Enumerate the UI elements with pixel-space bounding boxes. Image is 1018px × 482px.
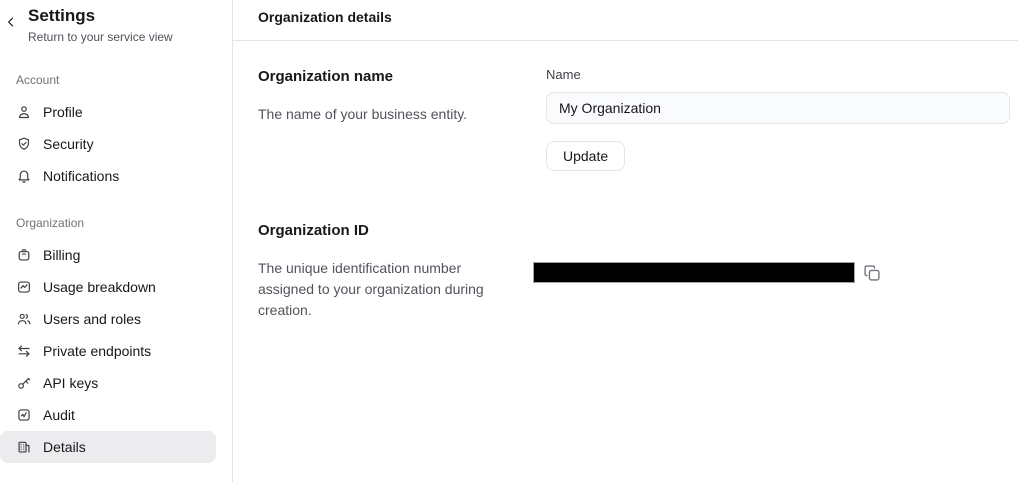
sidebar-item-private-endpoints[interactable]: Private endpoints [0, 335, 216, 367]
sidebar-item-api-keys[interactable]: API keys [0, 367, 216, 399]
sidebar-item-label: Notifications [43, 168, 119, 184]
sidebar-item-label: Billing [43, 247, 80, 263]
sidebar-item-label: Users and roles [43, 311, 141, 327]
sidebar-item-label: Private endpoints [43, 343, 151, 359]
sidebar-subtitle: Return to your service view [28, 30, 216, 45]
back-button[interactable] [2, 13, 20, 31]
update-button[interactable]: Update [546, 141, 625, 171]
sidebar-title: Settings [28, 5, 216, 27]
organization-id-heading: Organization ID [258, 221, 546, 241]
sidebar-item-label: Security [43, 136, 94, 152]
user-icon [16, 104, 32, 120]
chevron-left-icon [4, 15, 18, 29]
shield-check-icon [16, 136, 32, 152]
main-content: Organization details Organization name T… [233, 0, 1018, 482]
sidebar-item-label: Details [43, 439, 86, 455]
bell-icon [16, 168, 32, 184]
organization-name-description: The name of your business entity. [258, 104, 510, 125]
sidebar-item-notifications[interactable]: Notifications [0, 160, 216, 192]
organization-name-form: Name Update [546, 67, 1010, 171]
organization-id-value-redacted [533, 262, 855, 283]
sidebar-item-audit[interactable]: Audit [0, 399, 216, 431]
sidebar-header: Settings Return to your service view [0, 0, 232, 45]
organization-name-info: Organization name The name of your busin… [258, 67, 546, 171]
building-icon [16, 439, 32, 455]
sidebar-item-label: Usage breakdown [43, 279, 156, 295]
copy-button[interactable] [863, 264, 881, 282]
key-icon [16, 375, 32, 391]
usage-chart-icon [16, 279, 32, 295]
sidebar-item-users-and-roles[interactable]: Users and roles [0, 303, 216, 335]
section-label-account: Account [16, 73, 216, 88]
settings-sidebar: Settings Return to your service view Acc… [0, 0, 233, 482]
sidebar-item-profile[interactable]: Profile [0, 96, 216, 128]
sidebar-item-label: Audit [43, 407, 75, 423]
organization-id-section: Organization ID The unique identificatio… [233, 221, 1018, 321]
billing-icon [16, 247, 32, 263]
organization-name-heading: Organization name [258, 67, 546, 87]
sidebar-item-label: Profile [43, 104, 83, 120]
organization-id-value-row [533, 262, 1010, 283]
organization-id-info: Organization ID The unique identificatio… [258, 221, 546, 321]
sidebar-item-billing[interactable]: Billing [0, 239, 216, 271]
users-icon [16, 311, 32, 327]
sidebar-item-security[interactable]: Security [0, 128, 216, 160]
name-field-label: Name [546, 67, 1010, 83]
page-title: Organization details [258, 7, 993, 27]
organization-id-description: The unique identification number assigne… [258, 258, 510, 321]
main-header: Organization details [233, 0, 1018, 41]
organization-name-input[interactable] [546, 92, 1010, 124]
sidebar-item-details[interactable]: Details [0, 431, 216, 463]
copy-icon [863, 264, 881, 282]
sidebar-item-label: API keys [43, 375, 98, 391]
organization-name-section: Organization name The name of your busin… [233, 67, 1018, 171]
sidebar-item-usage-breakdown[interactable]: Usage breakdown [0, 271, 216, 303]
section-label-organization: Organization [16, 216, 216, 231]
audit-icon [16, 407, 32, 423]
organization-id-value-col [546, 221, 1010, 321]
arrows-left-right-icon [16, 343, 32, 359]
